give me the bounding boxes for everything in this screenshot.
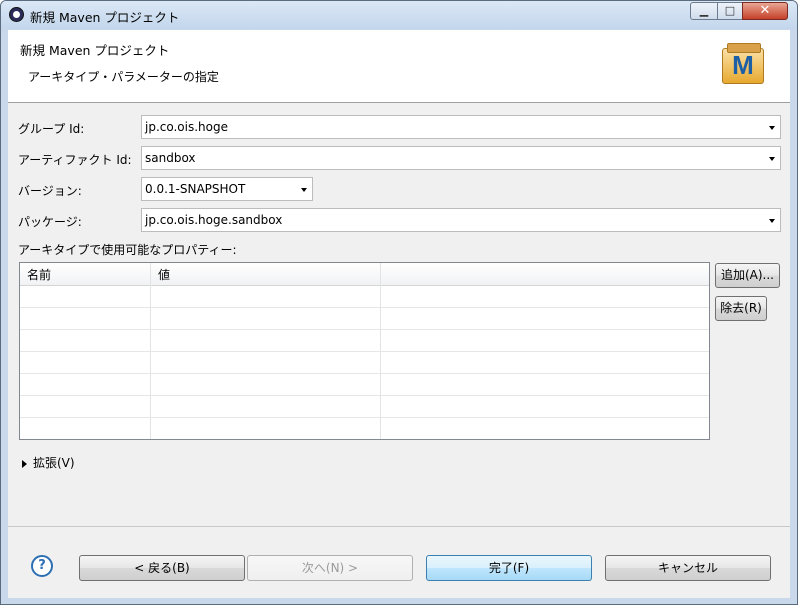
wizard-window: 新規 Maven プロジェクト ▁ □ ✕ 新規 Maven プロジェクト アー…	[0, 0, 798, 605]
close-icon: ✕	[759, 3, 771, 18]
version-combo[interactable]: 0.0.1-SNAPSHOT	[141, 177, 313, 201]
back-button[interactable]: < 戻る(B)	[79, 555, 245, 581]
footer-separator	[8, 526, 790, 527]
maximize-icon: □	[724, 4, 736, 17]
help-icon[interactable]: ?	[31, 555, 53, 577]
banner-title: 新規 Maven プロジェクト	[20, 43, 170, 58]
table-row	[20, 307, 709, 308]
artifact-id-label: アーティファクト Id:	[18, 153, 132, 167]
next-button[interactable]: 次へ(N) >	[247, 555, 413, 581]
advanced-expander[interactable]: 拡張(V)	[22, 454, 75, 471]
table-row	[20, 395, 709, 396]
cancel-button[interactable]: キャンセル	[605, 555, 771, 581]
dropdown-arrow-icon	[301, 188, 307, 192]
column-header-name[interactable]: 名前	[27, 266, 51, 283]
dropdown-arrow-icon	[769, 126, 775, 130]
window-title: 新規 Maven プロジェクト	[30, 10, 180, 25]
package-label: パッケージ:	[18, 215, 82, 229]
group-id-label: グループ Id:	[18, 122, 85, 136]
close-button[interactable]: ✕	[742, 2, 788, 20]
advanced-label: 拡張(V)	[33, 456, 75, 470]
dialog-body: 新規 Maven プロジェクト アーキタイプ・パラメーターの指定 M グループ …	[8, 30, 790, 598]
group-id-combo[interactable]: jp.co.ois.hoge	[141, 115, 781, 139]
table-row	[20, 329, 709, 330]
table-row	[20, 373, 709, 374]
properties-label: アーキタイプで使用可能なプロパティー:	[18, 243, 237, 257]
minimize-icon: ▁	[699, 4, 709, 17]
add-property-button[interactable]: 追加(A)...	[715, 263, 780, 288]
table-header: 名前 値	[20, 263, 709, 286]
maximize-button[interactable]: □	[717, 2, 743, 20]
group-id-value: jp.co.ois.hoge	[145, 120, 228, 134]
package-combo[interactable]: jp.co.ois.hoge.sandbox	[141, 208, 781, 232]
table-row	[20, 417, 709, 418]
properties-table[interactable]: 名前 値	[19, 262, 710, 440]
table-row	[20, 351, 709, 352]
expand-triangle-icon	[22, 459, 27, 468]
banner-subtitle: アーキタイプ・パラメーターの指定	[28, 70, 219, 84]
version-label: バージョン:	[18, 184, 82, 198]
remove-property-button[interactable]: 除去(R)	[715, 296, 767, 321]
artifact-id-combo[interactable]: sandbox	[141, 146, 781, 170]
minimize-button[interactable]: ▁	[690, 2, 718, 20]
column-header-value[interactable]: 値	[158, 266, 170, 283]
title-bar: 新規 Maven プロジェクト ▁ □ ✕	[1, 1, 797, 29]
package-value: jp.co.ois.hoge.sandbox	[145, 213, 283, 227]
finish-button[interactable]: 完了(F)	[426, 555, 592, 581]
dropdown-arrow-icon	[769, 157, 775, 161]
wizard-banner: 新規 Maven プロジェクト アーキタイプ・パラメーターの指定 M	[8, 30, 790, 103]
version-value: 0.0.1-SNAPSHOT	[145, 182, 246, 196]
eclipse-app-icon	[9, 7, 24, 22]
maven-logo-icon: M	[722, 42, 766, 86]
dropdown-arrow-icon	[769, 219, 775, 223]
artifact-id-value: sandbox	[145, 151, 196, 165]
